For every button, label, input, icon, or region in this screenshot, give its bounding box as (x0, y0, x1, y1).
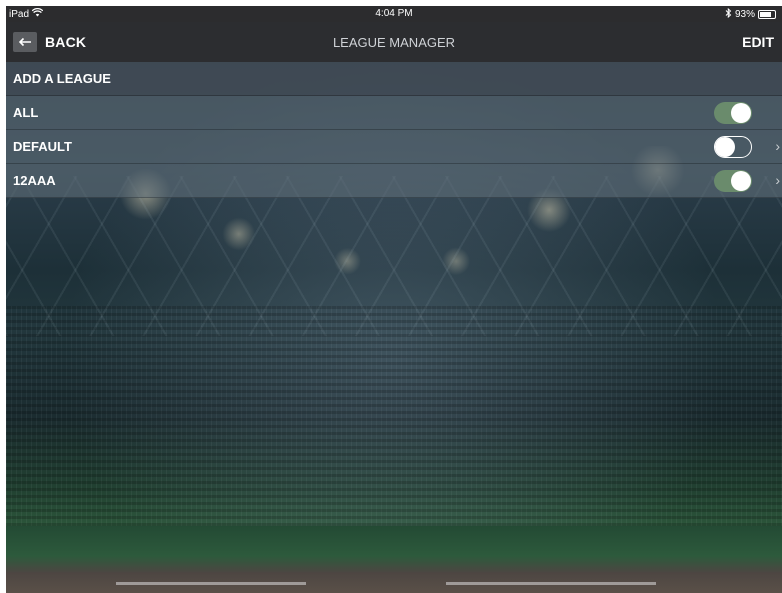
add-league-label: ADD A LEAGUE (13, 71, 111, 86)
chevron-right-icon: › (775, 138, 780, 154)
league-toggle-default[interactable] (714, 136, 752, 158)
battery-icon (758, 10, 776, 19)
navigation-bar: BACK LEAGUE MANAGER EDIT (6, 22, 782, 62)
chevron-right-icon: › (775, 172, 780, 188)
status-bar: iPad 4:04 PM 93% (6, 6, 782, 22)
league-name: ALL (13, 105, 39, 120)
add-league-row[interactable]: ADD A LEAGUE (6, 62, 782, 96)
stadium-stands-background (6, 306, 782, 526)
league-name: 12AAA (13, 173, 56, 188)
status-time: 4:04 PM (375, 8, 413, 19)
bluetooth-icon (725, 7, 732, 21)
field-lines (6, 574, 782, 593)
app-screen: iPad 4:04 PM 93% BACK LEAGUE MANAGER EDI… (6, 6, 782, 593)
stadium-roof-background (6, 176, 782, 336)
toggle-knob (731, 171, 751, 191)
league-toggle-12aaa[interactable] (714, 170, 752, 192)
league-toggle-all[interactable] (714, 102, 752, 124)
league-name: DEFAULT (13, 139, 72, 154)
league-list: ADD A LEAGUE ALL DEFAULT › 12AAA › (6, 62, 782, 198)
league-row-all[interactable]: ALL (6, 96, 782, 130)
toggle-knob (715, 137, 735, 157)
page-title: LEAGUE MANAGER (332, 35, 456, 50)
edit-button[interactable]: EDIT (742, 34, 774, 50)
league-row-default[interactable]: DEFAULT › (6, 130, 782, 164)
league-row-12aaa[interactable]: 12AAA › (6, 164, 782, 198)
toggle-knob (731, 103, 751, 123)
battery-percent: 93% (734, 9, 755, 20)
